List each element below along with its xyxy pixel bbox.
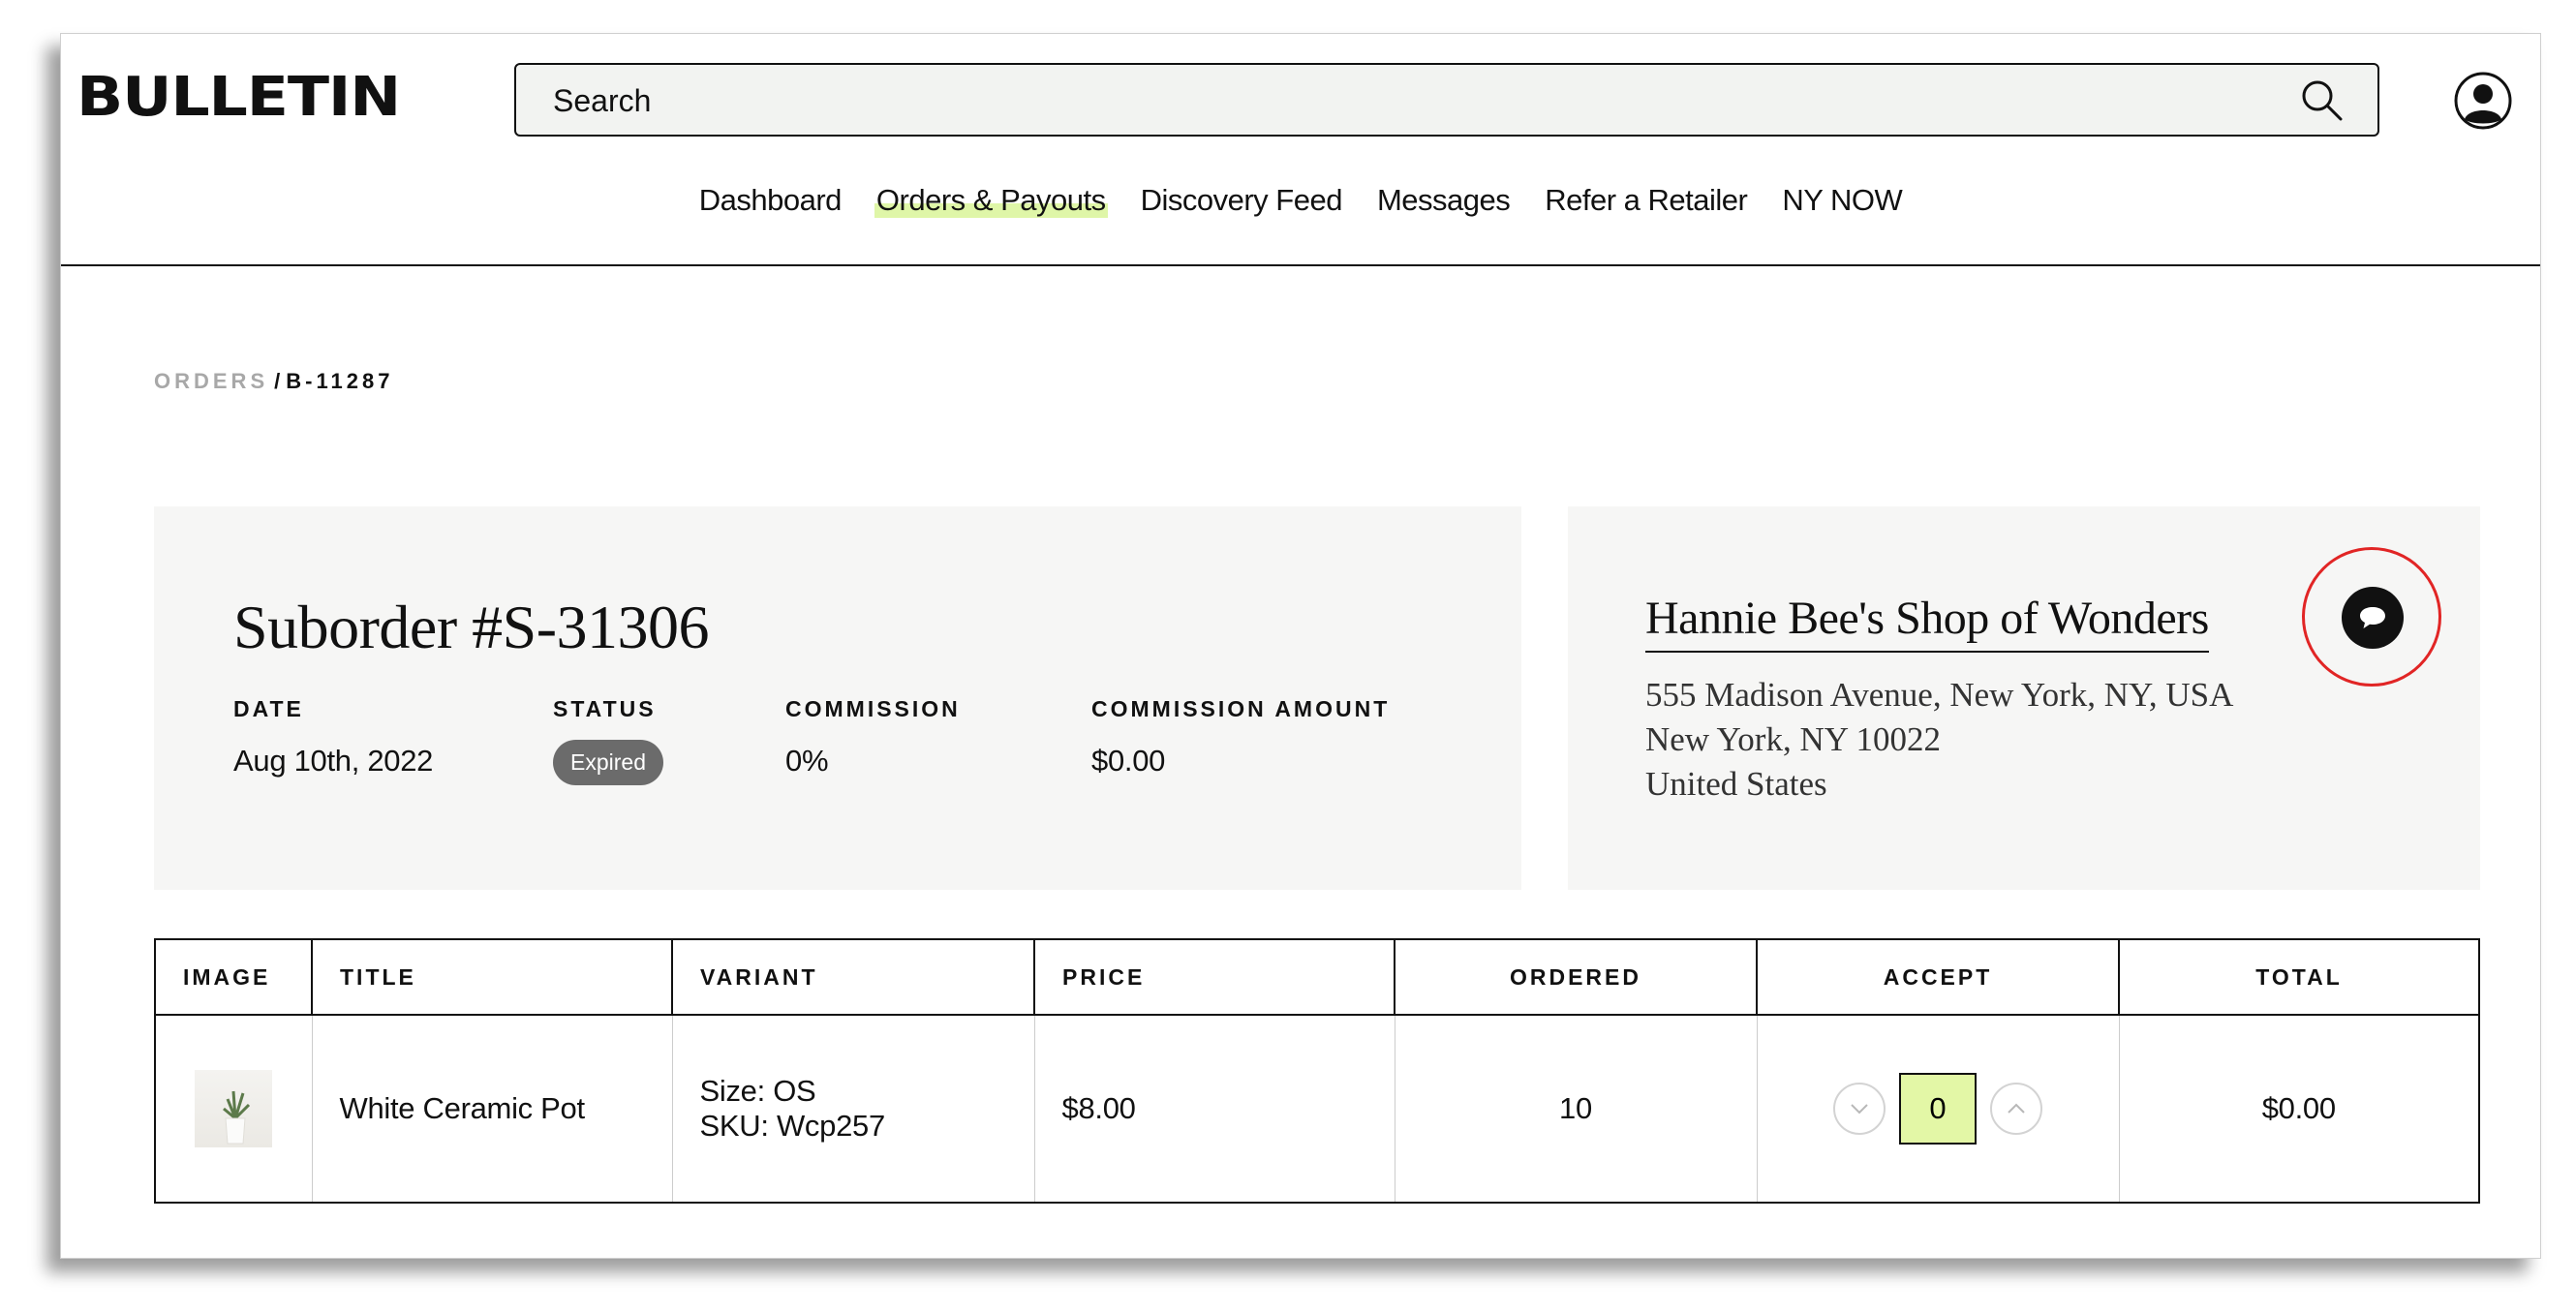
decrement-button[interactable] xyxy=(1833,1083,1886,1135)
header-total: TOTAL xyxy=(2118,939,2479,1016)
accept-quantity-input[interactable] xyxy=(1899,1073,1977,1145)
increment-button[interactable] xyxy=(1990,1083,2042,1135)
suborder-title: Suborder #S-31306 xyxy=(233,593,710,661)
breadcrumb-current: B-11287 xyxy=(286,369,394,393)
main-nav: Dashboard Orders & Payouts Discovery Fee… xyxy=(61,183,2540,218)
app-window: BULLETIN Dashboard Orders & Payouts Disc… xyxy=(60,33,2541,1259)
breadcrumb: ORDERS / B-11287 xyxy=(154,369,393,394)
nav-item-discovery-feed[interactable]: Discovery Feed xyxy=(1139,183,1344,218)
plant-pot-image xyxy=(223,1090,251,1145)
retailer-card: Hannie Bee's Shop of Wonders 555 Madison… xyxy=(1568,506,2480,890)
cell-image xyxy=(155,1015,312,1203)
header-image: IMAGE xyxy=(155,939,312,1016)
chat-bubble-icon xyxy=(2360,607,2385,628)
cell-ordered: 10 xyxy=(1394,1015,1757,1203)
message-retailer-button[interactable] xyxy=(2342,587,2404,649)
address-line-3: United States xyxy=(1645,765,1827,803)
header-price: PRICE xyxy=(1033,939,1395,1016)
commission-label: COMMISSION xyxy=(785,696,961,721)
search-icon[interactable] xyxy=(2298,76,2345,123)
message-button-highlight xyxy=(2302,547,2441,687)
address-line-1: 555 Madison Avenue, New York, NY, USA xyxy=(1645,676,2234,714)
status-field: STATUS Expired xyxy=(553,696,663,785)
table-row: White Ceramic Pot Size: OS SKU: Wcp257 $… xyxy=(155,1015,2479,1203)
nav-item-messages[interactable]: Messages xyxy=(1375,183,1512,218)
nav-item-refer-a-retailer[interactable]: Refer a Retailer xyxy=(1543,183,1749,218)
breadcrumb-separator: / xyxy=(274,369,281,393)
nav-item-ny-now[interactable]: NY NOW xyxy=(1780,183,1904,218)
cell-title: White Ceramic Pot xyxy=(311,1015,672,1203)
user-icon[interactable] xyxy=(2453,71,2513,131)
retailer-address: 555 Madison Avenue, New York, NY, USA Ne… xyxy=(1645,673,2233,807)
bulletin-logo[interactable]: BULLETIN xyxy=(77,71,401,125)
accept-quantity-stepper xyxy=(1785,1073,2092,1145)
order-items-table: IMAGE TITLE VARIANT PRICE ORDERED ACCEPT… xyxy=(154,938,2480,1204)
cell-total: $0.00 xyxy=(2118,1015,2479,1203)
status-badge: Expired xyxy=(553,740,663,785)
table-header-row: IMAGE TITLE VARIANT PRICE ORDERED ACCEPT… xyxy=(155,939,2479,1016)
search-bar[interactable] xyxy=(514,63,2379,137)
nav-item-dashboard[interactable]: Dashboard xyxy=(697,183,843,218)
retailer-name-link[interactable]: Hannie Bee's Shop of Wonders xyxy=(1645,592,2209,653)
date-value: Aug 10th, 2022 xyxy=(233,744,434,778)
search-input[interactable] xyxy=(516,65,2298,137)
address-line-2: New York, NY 10022 xyxy=(1645,720,1941,758)
header-accept: ACCEPT xyxy=(1756,939,2119,1016)
variant-sku: SKU: Wcp257 xyxy=(699,1109,886,1143)
commission-amount-field: COMMISSION AMOUNT $0.00 xyxy=(1091,696,1390,779)
date-label: DATE xyxy=(233,696,304,721)
commission-field: COMMISSION 0% xyxy=(785,696,961,779)
commission-value: 0% xyxy=(785,744,829,778)
header-variant: VARIANT xyxy=(671,939,1034,1016)
cell-accept xyxy=(1756,1015,2119,1203)
cell-variant: Size: OS SKU: Wcp257 xyxy=(671,1015,1034,1203)
header-title: TITLE xyxy=(311,939,672,1016)
nav-item-orders-payouts[interactable]: Orders & Payouts xyxy=(874,183,1108,218)
chevron-up-icon xyxy=(2008,1103,2025,1114)
breadcrumb-orders-link[interactable]: ORDERS xyxy=(154,369,268,393)
product-thumbnail[interactable] xyxy=(195,1070,273,1147)
header-divider xyxy=(61,264,2540,266)
header-ordered: ORDERED xyxy=(1394,939,1757,1016)
status-label: STATUS xyxy=(553,696,657,721)
chevron-down-icon xyxy=(1851,1104,1868,1115)
variant-size: Size: OS xyxy=(699,1074,816,1108)
suborder-summary-card: Suborder #S-31306 DATE Aug 10th, 2022 ST… xyxy=(154,506,1521,890)
commission-amount-value: $0.00 xyxy=(1091,744,1166,778)
commission-amount-label: COMMISSION AMOUNT xyxy=(1091,696,1391,721)
cell-price: $8.00 xyxy=(1033,1015,1395,1203)
date-field: DATE Aug 10th, 2022 xyxy=(233,696,433,779)
